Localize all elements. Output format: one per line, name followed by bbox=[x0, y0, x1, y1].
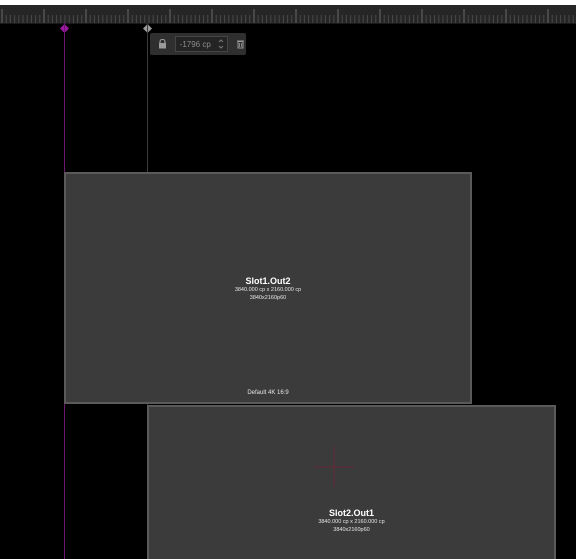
output-panel-slot1-out2[interactable]: Slot1.Out2 3840.000 cp x 2160.000 cp 384… bbox=[64, 172, 472, 404]
guide-position-popup: -1796 cp bbox=[150, 33, 246, 55]
guide-position-value: -1796 cp bbox=[179, 39, 211, 49]
ruler-ticks bbox=[1, 9, 574, 23]
trash-icon[interactable] bbox=[234, 38, 246, 50]
output-format: 3840x2160p60 bbox=[333, 527, 370, 533]
output-size: 3840.000 cp x 2160.000 cp bbox=[318, 519, 385, 525]
output-name: Slot2.Out1 bbox=[328, 508, 374, 518]
stepper-icon[interactable] bbox=[218, 38, 224, 50]
output-name: Slot1.Out2 bbox=[245, 276, 291, 286]
output-size: 3840.000 cp x 2160.000 cp bbox=[234, 287, 302, 293]
guide-position-input[interactable]: -1796 cp bbox=[174, 36, 229, 52]
output-preset-label: Default 4K 16:9 bbox=[247, 390, 289, 396]
lock-icon[interactable] bbox=[157, 38, 169, 50]
output-format: 3840x2160p60 bbox=[249, 295, 287, 301]
crosshair-icon bbox=[314, 447, 354, 487]
horizontal-ruler[interactable] bbox=[0, 5, 576, 24]
output-panel-slot2-out1[interactable]: Slot2.Out1 3840.000 cp x 2160.000 cp 384… bbox=[147, 405, 556, 559]
